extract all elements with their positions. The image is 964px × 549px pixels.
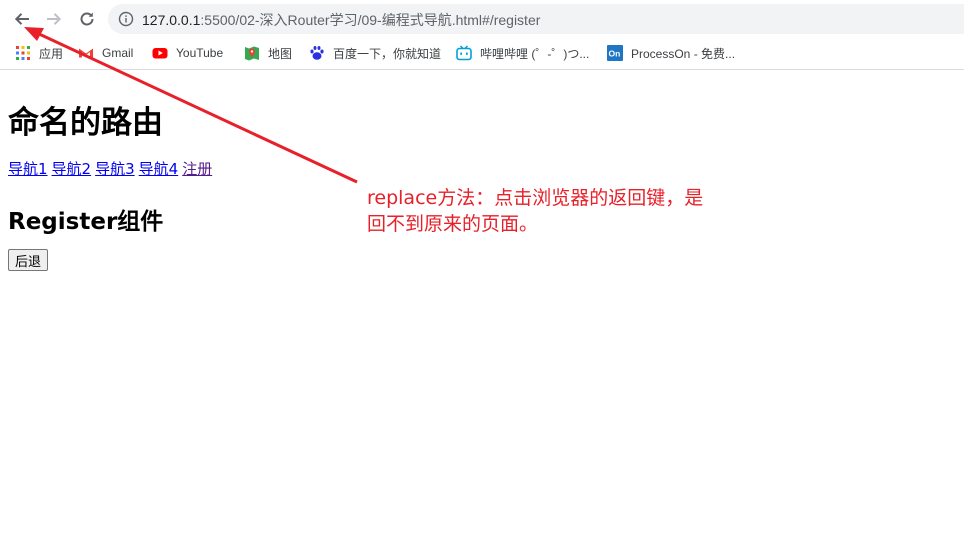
page-title: 命名的路由 (8, 105, 163, 141)
baidu-icon (309, 45, 325, 61)
back-button[interactable]: 后退 (8, 249, 49, 271)
bookmarks-bar: 应用 Gmail YouTube 地图 百度一下，你就知道 哔哩哔哩 (゜-゜)… (0, 38, 964, 70)
url-host: 127.0.0.1 (142, 12, 201, 28)
url-path: :5500/02-深入Router学习/09-编程式导航.html#/regis… (200, 12, 541, 28)
back-arrow-icon[interactable] (11, 8, 33, 30)
bookmark-label: 百度一下，你就知道 (333, 46, 442, 61)
reload-icon[interactable] (76, 8, 98, 30)
processon-icon: On (607, 45, 623, 61)
browser-toolbar: 127.0.0.1:5500/02-深入Router学习/09-编程式导航.ht… (0, 0, 964, 38)
address-bar[interactable]: 127.0.0.1:5500/02-深入Router学习/09-编程式导航.ht… (108, 4, 964, 34)
annotation-line-2: 回不到原来的页面。 (367, 213, 539, 235)
nav-link-2[interactable]: 导航2 (52, 160, 92, 178)
bookmark-maps[interactable]: 地图 (244, 44, 292, 62)
bilibili-icon (456, 45, 472, 61)
bookmark-label: 应用 (39, 46, 64, 61)
annotation-arrow (24, 27, 358, 184)
url-text[interactable]: 127.0.0.1:5500/02-深入Router学习/09-编程式导航.ht… (142, 10, 540, 30)
bookmark-baidu[interactable]: 百度一下，你就知道 (309, 44, 441, 62)
bookmark-label: ProcessOn - 免费... (631, 46, 736, 61)
site-info-icon[interactable] (118, 11, 134, 27)
bookmark-bilibili[interactable]: 哔哩哔哩 (゜-゜)つ... (456, 44, 589, 62)
nav-link-4[interactable]: 导航4 (139, 160, 179, 178)
nav-link-1[interactable]: 导航1 (8, 160, 48, 178)
bookmark-processon[interactable]: On ProcessOn - 免费... (607, 44, 735, 62)
maps-icon (244, 45, 260, 61)
gmail-icon (78, 45, 94, 61)
apps-grid-icon (15, 45, 31, 61)
bookmark-gmail[interactable]: Gmail (78, 44, 133, 62)
annotation-line-1: replace方法：点击浏览器的返回键，是 (367, 187, 704, 209)
nav-link-3[interactable]: 导航3 (95, 160, 135, 178)
bookmark-label: Gmail (102, 46, 134, 60)
annotation-note: replace方法：点击浏览器的返回键，是 回不到原来的页面。 (367, 185, 747, 237)
nav-link-register[interactable]: 注册 (182, 160, 212, 178)
bookmark-label: 地图 (268, 46, 293, 61)
svg-text:On: On (609, 49, 621, 59)
bookmark-label: YouTube (176, 46, 224, 60)
component-title: Register组件 (8, 209, 164, 235)
bookmark-youtube[interactable]: YouTube (152, 44, 223, 62)
youtube-icon (152, 45, 168, 61)
router-nav-links: 导航1 导航2 导航3 导航4 注册 (8, 158, 216, 179)
forward-arrow-icon[interactable] (43, 8, 65, 30)
bookmark-apps[interactable]: 应用 (15, 44, 63, 62)
bookmark-label: 哔哩哔哩 (゜-゜)つ... (480, 46, 590, 61)
